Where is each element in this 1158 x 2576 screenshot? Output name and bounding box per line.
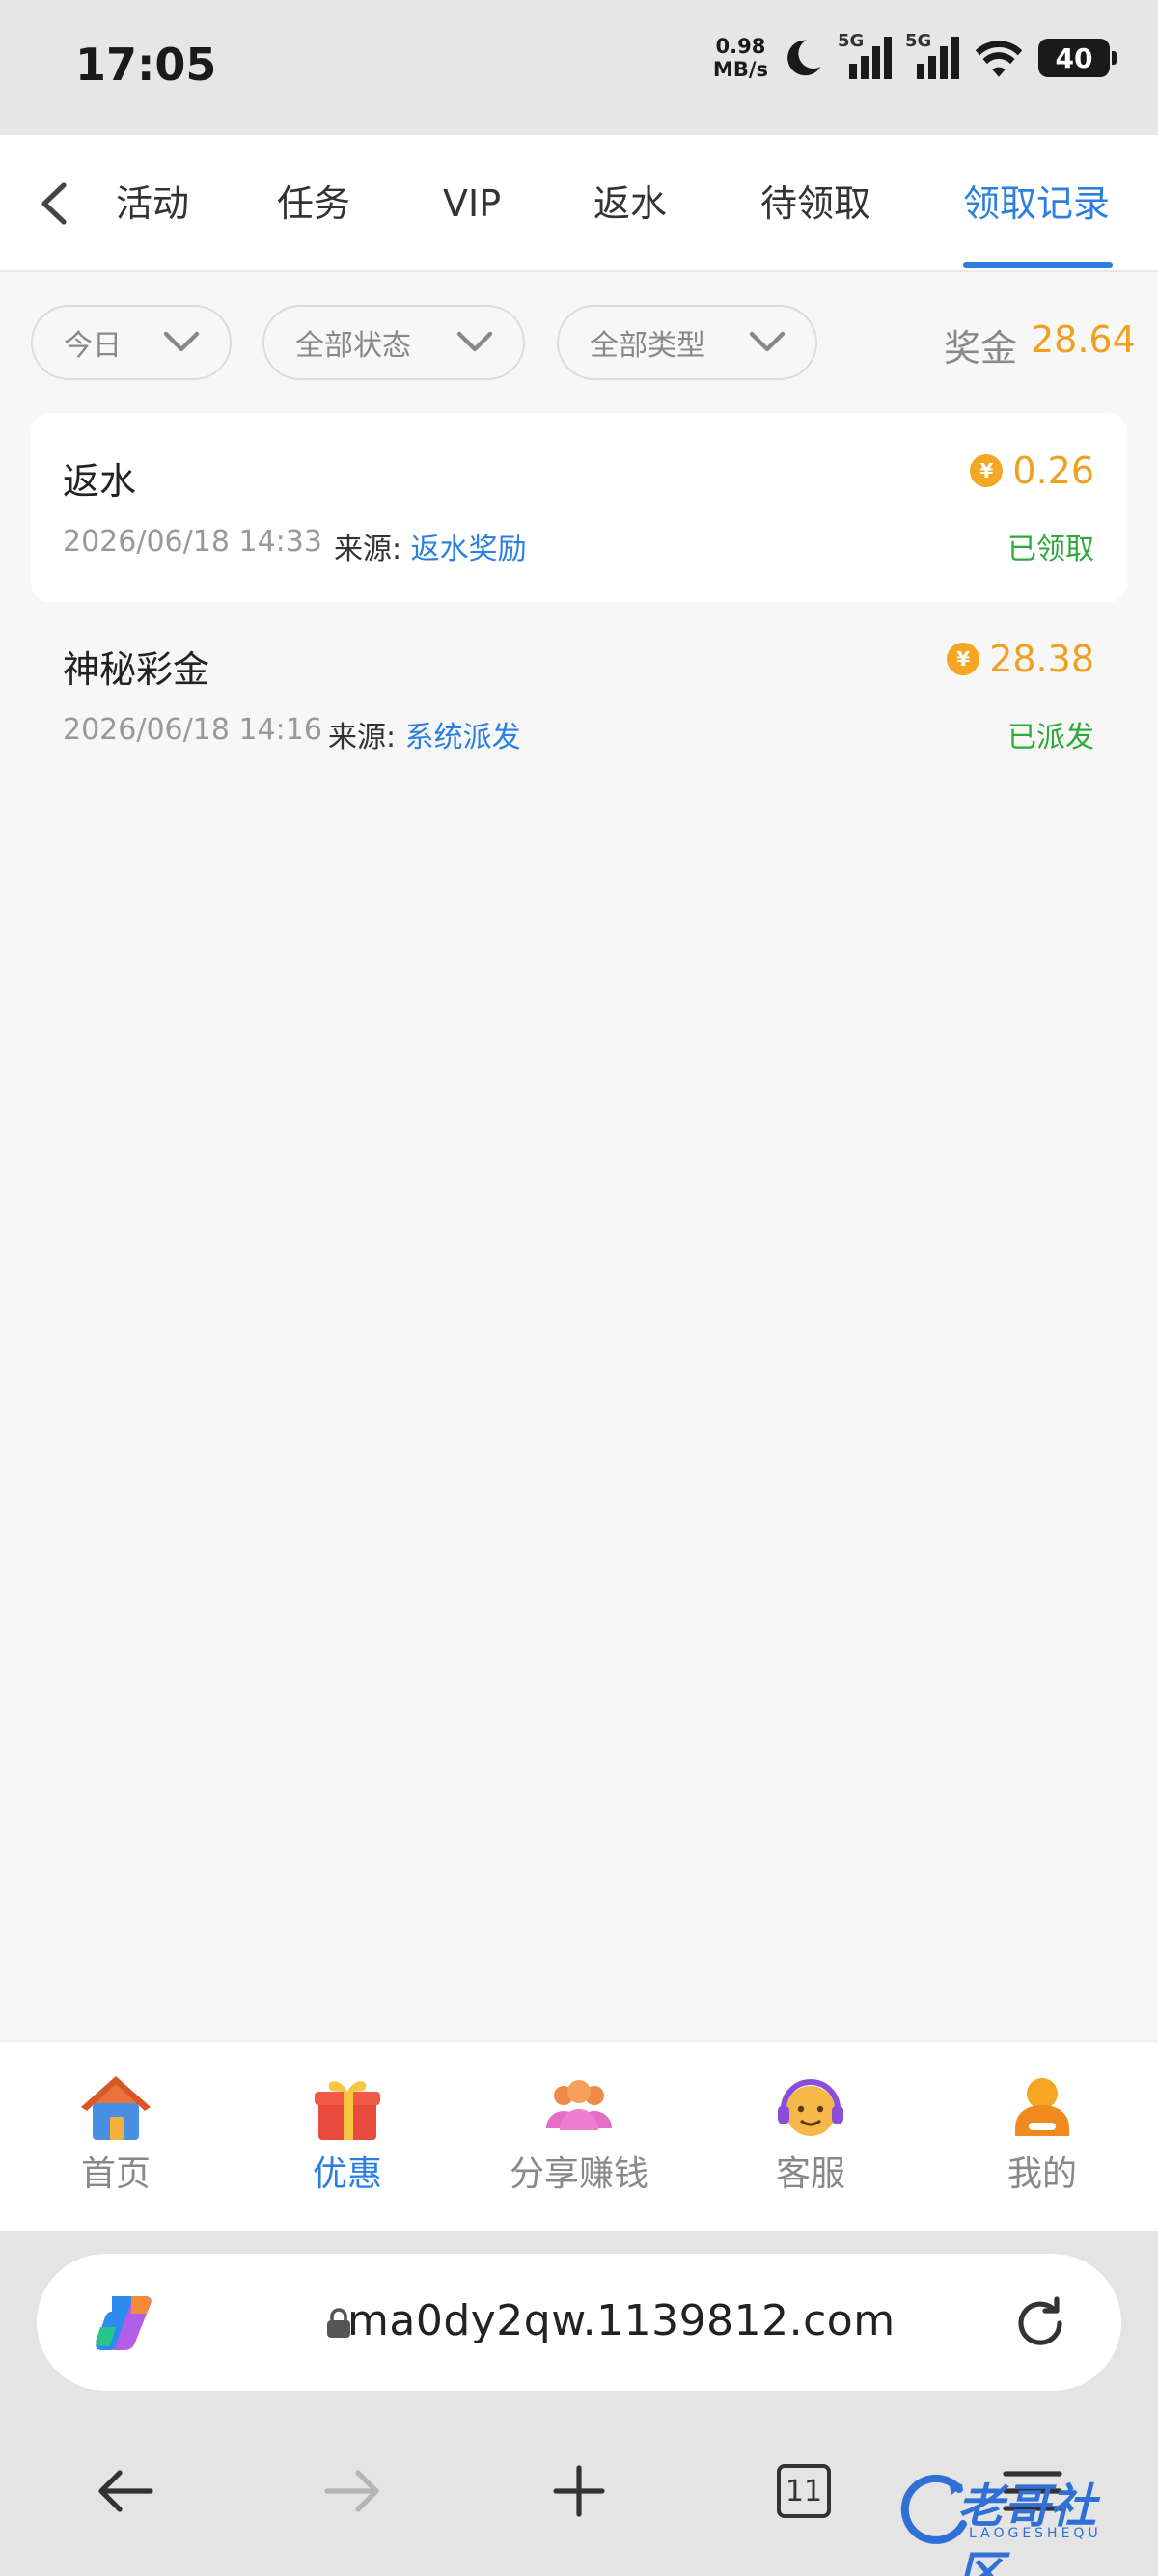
record-amount: ¥ 0.26 [970,450,1094,492]
record-source-label: 来源: [334,533,402,566]
arrow-right-icon [324,2470,379,2512]
active-tab-indicator [963,262,1113,268]
record-amount-value: 0.26 [1012,450,1094,492]
tab-rebate[interactable]: 返水 [593,178,667,230]
headset-icon [772,2070,849,2144]
sim1-label: 5G [838,31,865,51]
gift-icon [309,2070,386,2144]
status-bar: 17:05 0.98 MB/s 5G 5G 40 [0,0,1158,135]
status-time: 17:05 [75,39,217,91]
url-text[interactable]: ma0dy2qw.1139812.com [347,2296,896,2345]
arrow-left-icon [98,2470,153,2512]
people-icon [540,2070,618,2144]
chevron-left-icon [41,182,67,225]
filter-status-dropdown[interactable]: 全部状态 [262,305,525,380]
tabs-button[interactable]: 11 [765,2453,842,2530]
record-title: 返水 [63,460,137,503]
plus-icon [553,2465,605,2517]
record-datetime: 2026/06/18 14:16 [63,713,322,747]
record-source: 来源: 返水奖励 [334,525,527,567]
filter-type-value: 全部类型 [590,329,705,363]
reload-icon[interactable] [1009,2292,1071,2354]
address-bar[interactable]: ma0dy2qw.1139812.com [37,2254,1121,2391]
back-button[interactable] [29,178,77,230]
tab-count: 11 [777,2464,831,2518]
record-amount-value: 28.38 [989,638,1094,680]
nav-home-label: 首页 [80,2154,151,2194]
filter-type-dropdown[interactable]: 全部类型 [557,305,817,380]
record-item: 神秘彩金 2026/06/18 14:16 来源: 系统派发 ¥ 28.38 已… [31,601,1127,790]
bottom-nav: 首页 优惠 分享赚钱 客服 我的 [0,2040,1158,2231]
tab-tasks[interactable]: 任务 [277,178,350,230]
filter-status-value: 全部状态 [295,329,411,363]
browser-forward-button[interactable] [314,2453,391,2530]
record-source-link[interactable]: 系统派发 [405,721,521,754]
wifi-icon [973,37,1025,79]
status-icons: 0.98 MB/s 5G 5G 40 [713,31,1117,81]
network-speed-unit: MB/s [712,58,768,81]
tab-claim-records[interactable]: 领取记录 [963,178,1110,230]
tab-bar: 活动 任务 VIP 返水 待领取 领取记录 [0,135,1158,272]
record-status: 已派发 [1007,721,1094,754]
browser-back-button[interactable] [87,2453,164,2530]
watermark-subtext: LAOGESHEQU [969,2526,1102,2541]
nav-promotions-label: 优惠 [312,2154,382,2194]
tab-activity[interactable]: 活动 [116,178,189,230]
nav-support-label: 客服 [775,2154,845,2194]
nav-profile-label: 我的 [1006,2154,1077,2194]
signal-icon-2: 5G [905,31,959,79]
user-icon [1004,2070,1081,2144]
bonus-label: 奖金 [944,327,1018,370]
nav-profile[interactable]: 我的 [946,2070,1139,2196]
chevron-down-icon [749,331,786,352]
moon-icon [782,37,824,79]
signal-icon: 5G [838,31,892,79]
watermark-text: 老哥社区 [957,2480,1097,2576]
record-datetime: 2026/06/18 14:33 [63,525,322,559]
watermark-logo: 老哥社区 LAOGESHEQU [897,2466,1139,2576]
record-source-label: 来源: [328,721,397,754]
nav-support[interactable]: 客服 [714,2070,907,2196]
record-title: 神秘彩金 [63,648,210,691]
battery-icon: 40 [1038,39,1117,77]
coin-icon: ¥ [947,643,980,675]
house-icon [77,2070,154,2144]
network-speed: 0.98 MB/s [713,35,768,81]
nav-share-earn[interactable]: 分享赚钱 [482,2070,676,2196]
chevron-down-icon [456,331,493,352]
battery-level: 40 [1055,41,1093,74]
tab-vip[interactable]: VIP [443,178,501,230]
chevron-down-icon [163,331,200,352]
nav-share-earn-label: 分享赚钱 [509,2154,648,2194]
record-source: 来源: 系统派发 [328,713,521,755]
sim2-label: 5G [905,31,932,51]
filter-date-dropdown[interactable]: 今日 [31,305,232,380]
nav-home[interactable]: 首页 [19,2070,212,2196]
network-speed-value: 0.98 [715,35,766,58]
bonus-total: 28.64 [1031,318,1136,361]
coin-icon: ¥ [970,454,1004,487]
nav-promotions[interactable]: 优惠 [251,2070,444,2196]
copilot-icon[interactable] [89,2288,158,2358]
tab-pending[interactable]: 待领取 [760,178,870,230]
record-status: 已领取 [1007,533,1094,566]
record-source-link[interactable]: 返水奖励 [411,533,527,566]
record-item: 返水 2026/06/18 14:33 来源: 返水奖励 ¥ 0.26 已领取 [31,413,1127,602]
record-amount: ¥ 28.38 [947,638,1094,680]
filter-date-value: 今日 [64,329,122,363]
new-tab-button[interactable] [540,2453,618,2530]
